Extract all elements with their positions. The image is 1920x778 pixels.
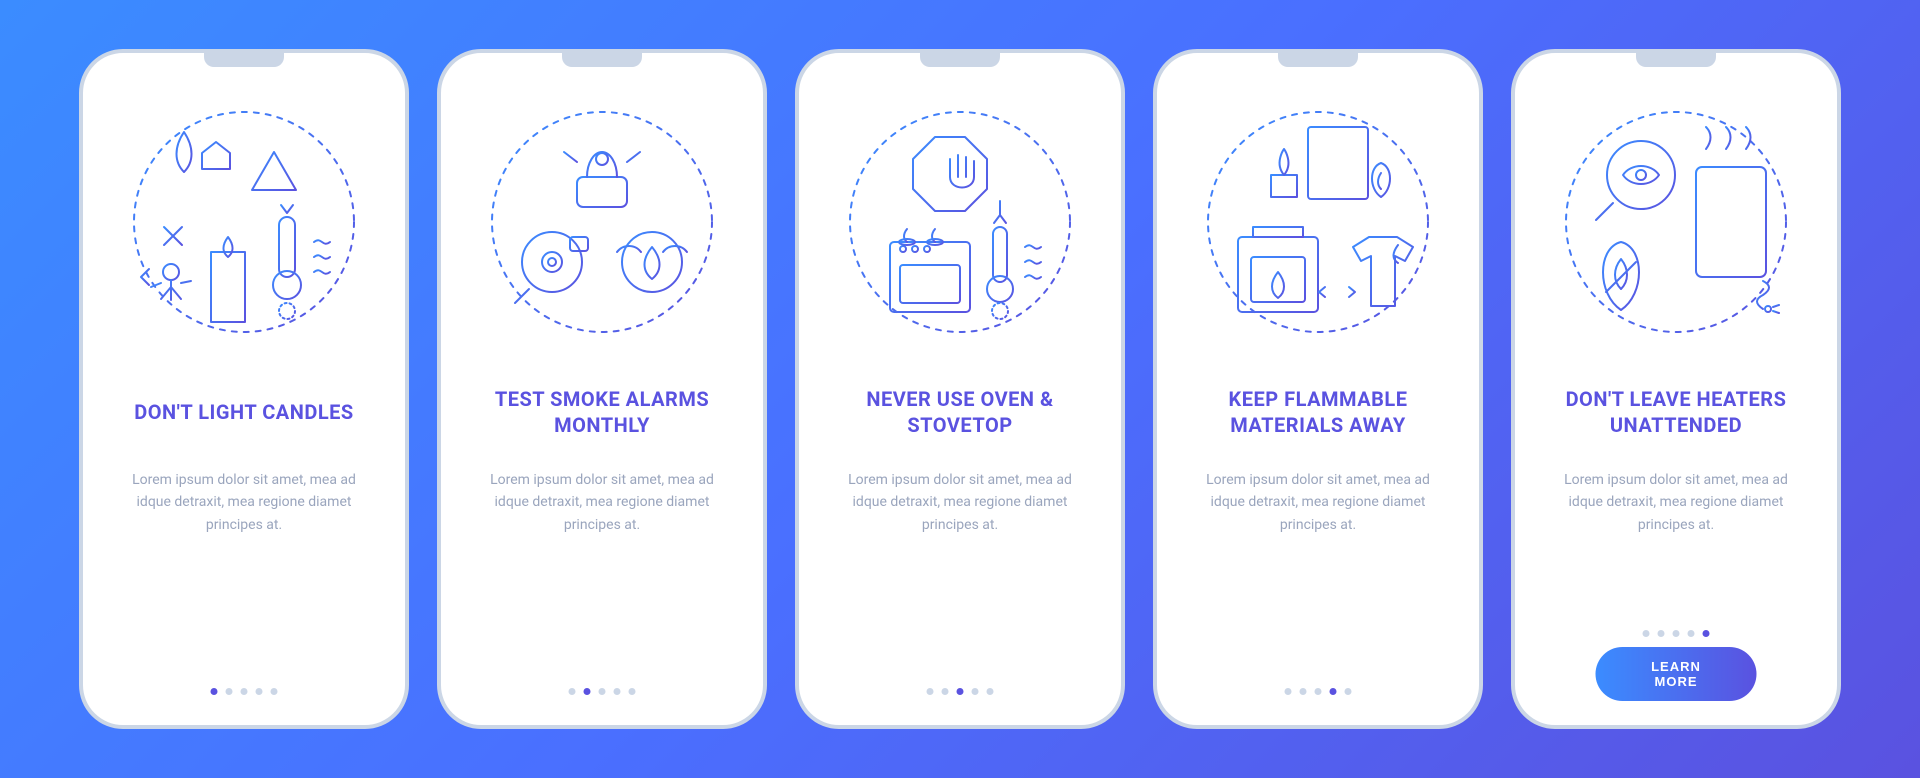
dot[interactable] [226,688,233,695]
dot[interactable] [957,688,964,695]
dot[interactable] [629,688,636,695]
dot[interactable] [614,688,621,695]
pagination-dots [569,688,636,695]
flammable-away-icon [1193,97,1443,347]
dot[interactable] [1673,630,1680,637]
phone-notch [204,53,284,67]
phone-row: DON'T LIGHT CANDLES Lorem ipsum dolor si… [79,49,1841,729]
oven-stop-icon [835,97,1085,347]
dot[interactable] [569,688,576,695]
dot[interactable] [972,688,979,695]
onboarding-screen-4: KEEP FLAMMABLE MATERIALS AWAY Lorem ipsu… [1153,49,1483,729]
screen-title: NEVER USE OVEN & STOVETOP [819,373,1101,451]
phone-notch [1636,53,1716,67]
screen-title: KEEP FLAMMABLE MATERIALS AWAY [1177,373,1459,451]
dot[interactable] [1285,688,1292,695]
dot[interactable] [211,688,218,695]
dot[interactable] [1345,688,1352,695]
dot[interactable] [584,688,591,695]
screen-desc: Lorem ipsum dolor sit amet, mea ad idque… [1535,469,1817,536]
dot[interactable] [256,688,263,695]
smoke-alarm-icon [477,97,727,347]
candle-warning-icon [119,97,369,347]
onboarding-screen-5: DON'T LEAVE HEATERS UNATTENDED Lorem ips… [1511,49,1841,729]
dot[interactable] [1688,630,1695,637]
screen-desc: Lorem ipsum dolor sit amet, mea ad idque… [1177,469,1459,536]
dot[interactable] [1658,630,1665,637]
dot[interactable] [1643,630,1650,637]
dot[interactable] [599,688,606,695]
dot[interactable] [942,688,949,695]
screen-desc: Lorem ipsum dolor sit amet, mea ad idque… [461,469,743,536]
screen-title: DON'T LEAVE HEATERS UNATTENDED [1535,373,1817,451]
learn-more-button[interactable]: LEARN MORE [1596,647,1757,701]
phone-notch [920,53,1000,67]
onboarding-screen-3: NEVER USE OVEN & STOVETOP Lorem ipsum do… [795,49,1125,729]
dot[interactable] [1300,688,1307,695]
screen-desc: Lorem ipsum dolor sit amet, mea ad idque… [103,469,385,536]
dot[interactable] [987,688,994,695]
onboarding-screen-2: TEST SMOKE ALARMS MONTHLY Lorem ipsum do… [437,49,767,729]
dot[interactable] [1315,688,1322,695]
onboarding-screen-1: DON'T LIGHT CANDLES Lorem ipsum dolor si… [79,49,409,729]
dot[interactable] [1703,630,1710,637]
pagination-dots [1285,688,1352,695]
screen-desc: Lorem ipsum dolor sit amet, mea ad idque… [819,469,1101,536]
pagination-dots [211,688,278,695]
phone-notch [562,53,642,67]
screen-title: TEST SMOKE ALARMS MONTHLY [461,373,743,451]
pagination-dots [1643,630,1710,637]
dot[interactable] [1330,688,1337,695]
pagination-dots [927,688,994,695]
dot[interactable] [271,688,278,695]
phone-notch [1278,53,1358,67]
heater-watch-icon [1551,97,1801,347]
dot[interactable] [927,688,934,695]
screen-title: DON'T LIGHT CANDLES [124,373,363,451]
dot[interactable] [241,688,248,695]
